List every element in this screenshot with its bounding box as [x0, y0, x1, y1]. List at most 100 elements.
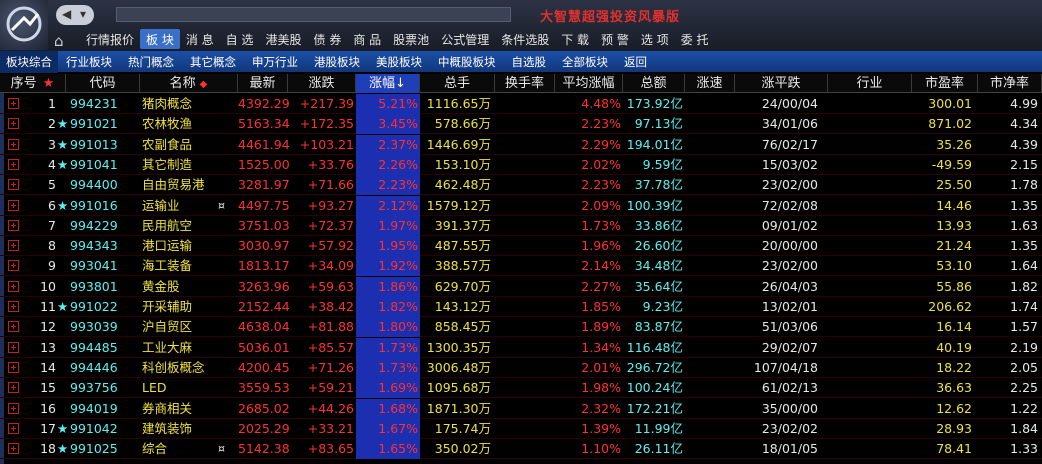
cell-last: 3281.97: [238, 177, 290, 193]
table-row[interactable]: 17 ★ 991042 建筑装饰 2025.29 +33.21 1.67% 175.74万 1.…: [0, 418, 1042, 439]
sector-tab-7[interactable]: 中概股板块: [430, 54, 504, 70]
menu-item-5[interactable]: 债 券: [308, 29, 348, 49]
table-row[interactable]: 14 994446 科创板概念 4200.45 +71.26 1.73% 3006.48万 2…: [0, 357, 1042, 378]
menu-item-7[interactable]: 股票池: [387, 29, 435, 49]
menu-item-9[interactable]: 条件选股: [495, 29, 555, 49]
column-header-0[interactable]: 序号 ★: [0, 74, 66, 93]
cell-vol: 1579.12万: [426, 197, 491, 213]
column-header-12[interactable]: 行业: [828, 74, 912, 93]
table-row[interactable]: 15 993756 LED 3559.53 +59.21 1.69% 1095.68万 1.9…: [0, 378, 1042, 399]
nav-back-button[interactable]: ◀ ▾: [56, 5, 94, 25]
column-header-6[interactable]: 总手: [420, 74, 495, 93]
cell-pe: 206.62: [928, 299, 972, 314]
table-row[interactable]: 6 ★ 991016 运输业 4497.75 +93.27 2.12% 1579.12万 2.0…: [0, 195, 1042, 216]
home-icon[interactable]: ⌂: [54, 32, 64, 50]
table-row[interactable]: 18 ★ 991025 综合 5142.38 +83.65 1.65% 350.02万 1.10…: [0, 439, 1042, 460]
table-row[interactable]: 1 994231 猪肉概念 4392.29 +217.39 5.21% 1116.65万 4.…: [0, 94, 1042, 114]
menu-item-0[interactable]: 行情报价: [80, 29, 140, 49]
expand-icon[interactable]: [8, 341, 19, 353]
column-header-11[interactable]: 涨平跌: [735, 74, 828, 93]
column-header-8[interactable]: 平均涨幅: [555, 74, 623, 93]
sector-tab-8[interactable]: 自选股: [504, 54, 555, 70]
expand-icon[interactable]: [8, 361, 19, 373]
expand-icon[interactable]: [8, 138, 19, 150]
column-header-13[interactable]: 市盈率: [912, 74, 978, 93]
cell-amount: 33.86亿: [634, 217, 683, 233]
expand-icon[interactable]: [8, 199, 19, 211]
expand-icon[interactable]: [8, 321, 19, 333]
menu-item-13[interactable]: 委 托: [675, 29, 715, 49]
menu-item-1[interactable]: 板 块: [140, 29, 180, 49]
table-row[interactable]: 13 994485 工业大麻 5036.01 +85.57 1.73% 1300.35万 1.…: [0, 337, 1042, 358]
cell-industry: [828, 175, 912, 195]
sector-tab-4[interactable]: 申万行业: [244, 54, 306, 70]
expand-icon[interactable]: [8, 280, 19, 292]
table-row[interactable]: 7 994229 民用航空 3751.03 +72.37 1.97% 391.37万 1.73…: [0, 215, 1042, 236]
table-row[interactable]: 3 ★ 991013 农副食品 4461.94 +103.21 2.37% 1446.69万 2…: [0, 134, 1042, 155]
cell-updown: 20/00/00: [761, 238, 818, 254]
table-row[interactable]: 10 993801 黄金股 3263.96 +59.63 1.86% 629.70万 2.27…: [0, 276, 1042, 297]
cell-industry: [828, 419, 912, 439]
cell-amount: 194.01亿: [626, 136, 683, 152]
expand-icon[interactable]: [8, 422, 19, 434]
expand-icon[interactable]: [8, 443, 19, 455]
expand-icon[interactable]: [8, 260, 19, 272]
table-row[interactable]: 8 994343 港口运输 3030.97 +57.92 1.95% 487.55万 1.96…: [0, 236, 1042, 257]
expand-icon[interactable]: [8, 240, 19, 252]
expand-icon[interactable]: [8, 179, 19, 191]
table-row[interactable]: 16 994019 券商相关 2685.02 +44.26 1.68% 1871.30万 2.…: [0, 398, 1042, 419]
sector-tab-1[interactable]: 行业板块: [58, 54, 120, 70]
cell-speed: [685, 94, 735, 114]
table-row[interactable]: 11 ★ 991022 开采辅助 2152.44 +38.42 1.82% 143.12万 1.…: [0, 297, 1042, 317]
sector-tab-2[interactable]: 热门概念: [120, 54, 182, 70]
sector-tab-5[interactable]: 港股板块: [306, 54, 368, 70]
cell-code: 994400: [70, 177, 118, 193]
expand-icon[interactable]: [8, 118, 19, 130]
column-header-9[interactable]: 总额: [623, 74, 685, 93]
menu-item-10[interactable]: 下 载: [555, 29, 595, 49]
expand-icon[interactable]: [8, 382, 19, 394]
app-banner: 大智慧超强投资风暴版: [540, 10, 681, 25]
menu-item-11[interactable]: 预 警: [595, 29, 635, 49]
expand-icon[interactable]: [8, 219, 19, 231]
table-row[interactable]: 2 ★ 991021 农林牧渔 5163.34 +172.35 3.45% 578.66万 2.…: [0, 114, 1042, 135]
cell-name: 民用航空: [142, 217, 193, 233]
sector-tab-9[interactable]: 全部板块: [554, 54, 616, 70]
column-header-2[interactable]: 名称 ◆: [140, 74, 238, 93]
cell-name: 猪肉概念: [142, 96, 193, 111]
column-header-7[interactable]: 换手率: [495, 74, 555, 93]
table-header: 序号 ★ 代码 名称 ◆ 最新 涨跌 涨幅↓ 总手 换手率 平均涨幅 总额 涨速 涨平跌 行业 市盈率 市净率: [0, 74, 1042, 93]
address-bar[interactable]: [116, 7, 511, 22]
menu-item-12[interactable]: 选 项: [635, 29, 675, 49]
cell-name: 自由贸易港: [142, 177, 205, 193]
cell-pe: 18.22: [936, 359, 972, 375]
sector-tab-0[interactable]: 板块综合: [0, 50, 58, 73]
menu-item-8[interactable]: 公式管理: [435, 29, 495, 49]
sector-tab-3[interactable]: 其它概念: [182, 54, 244, 70]
column-header-5[interactable]: 涨幅↓: [356, 74, 420, 93]
column-header-10[interactable]: 涨速: [685, 74, 735, 93]
sector-tab-6[interactable]: 美股板块: [368, 54, 430, 70]
cell-vol: 3006.48万: [426, 359, 491, 375]
cell-updown: 15/03/02: [761, 156, 818, 172]
expand-icon[interactable]: [8, 402, 19, 414]
sector-tab-10[interactable]: 返回: [616, 54, 655, 70]
expand-icon[interactable]: [8, 158, 19, 170]
column-header-3[interactable]: 最新: [238, 74, 288, 93]
expand-icon[interactable]: [8, 98, 19, 109]
menu-item-2[interactable]: 消 息: [180, 29, 220, 49]
column-header-4[interactable]: 涨跌: [288, 74, 356, 93]
cell-chg: +59.63: [307, 278, 354, 294]
cell-chg: +83.65: [307, 441, 354, 457]
row-seq: 1: [48, 96, 56, 111]
table-row[interactable]: 12 993039 沪自贸区 4638.04 +81.88 1.80% 858.45万 1.8…: [0, 317, 1042, 338]
menu-item-4[interactable]: 港美股: [260, 29, 308, 49]
table-row[interactable]: 5 994400 自由贸易港 3281.97 +71.66 2.23% 462.48万 2.2…: [0, 175, 1042, 196]
expand-icon[interactable]: [8, 301, 19, 312]
menu-item-3[interactable]: 自 选: [220, 29, 260, 49]
column-header-1[interactable]: 代码: [66, 74, 140, 93]
column-header-14[interactable]: 市净率: [978, 74, 1042, 93]
table-row[interactable]: 9 993041 海工装备 1813.17 +34.09 1.92% 388.57万 2.14…: [0, 256, 1042, 277]
menu-item-6[interactable]: 商 品: [347, 29, 387, 49]
table-row[interactable]: 4 ★ 991041 其它制造 1525.00 +33.76 2.26% 153.10万 2.0…: [0, 154, 1042, 175]
